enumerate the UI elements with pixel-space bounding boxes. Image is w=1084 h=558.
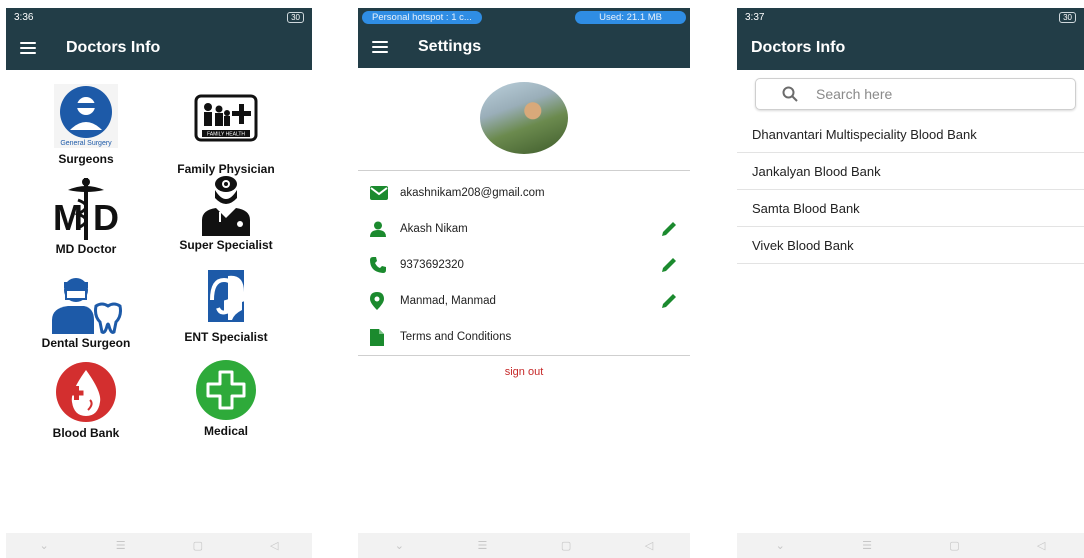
phone-text: 9373692320: [400, 259, 464, 271]
chevron-down-icon[interactable]: ⌄: [776, 539, 785, 552]
general-surgery-icon-text: General Surgery: [60, 140, 112, 147]
hotspot-bar: Personal hotspot : 1 c... Used: 21.1 MB: [358, 8, 690, 26]
name-text: Akash Nikam: [400, 223, 468, 235]
list-item[interactable]: Jankalyan Blood Bank: [737, 153, 1084, 190]
blood-bank-list-screen: 3:37 30 Doctors Info Search here Dhanvan…: [737, 8, 1084, 558]
list-item[interactable]: Samta Blood Bank: [737, 190, 1084, 227]
status-bar: 3:37 30: [737, 8, 1084, 26]
category-ent-specialist[interactable]: ENT Specialist: [161, 270, 291, 344]
edit-location-pencil-icon[interactable]: [660, 292, 678, 310]
doctors-info-screen: 3:36 30 Doctors Info General Surgery Sur…: [6, 8, 312, 558]
category-label: Dental Surgeon: [41, 336, 131, 350]
email-text: akashnikam208@gmail.com: [400, 187, 545, 199]
location-text: Manmad, Manmad: [400, 295, 496, 307]
back-icon[interactable]: ◁: [1037, 539, 1045, 552]
location-row: Manmad, Manmad: [358, 283, 690, 319]
status-bar: 3:36 30: [6, 8, 312, 26]
profile-avatar[interactable]: [480, 82, 568, 154]
category-label: Super Specialist: [179, 238, 273, 252]
category-surgeons[interactable]: General Surgery Surgeons: [21, 84, 151, 166]
page-title: Settings: [418, 38, 482, 55]
list-item[interactable]: Vivek Blood Bank: [737, 227, 1084, 264]
category-super-specialist[interactable]: Super Specialist: [161, 174, 291, 252]
doctor-stethoscope-icon: [202, 176, 250, 236]
phone-icon: [370, 257, 386, 273]
system-nav-bar: ⌄ ☰ ▢ ◁: [358, 533, 690, 558]
category-grid: General Surgery Surgeons FAMILY HEALTH F…: [6, 70, 312, 530]
page-title: Doctors Info: [751, 39, 846, 56]
hamburger-menu-icon[interactable]: [372, 41, 388, 53]
system-nav-bar: ⌄ ☰ ▢ ◁: [737, 533, 1084, 558]
phone-row: 9373692320: [358, 247, 690, 283]
document-icon: [370, 328, 384, 346]
family-health-icon-text: FAMILY HEALTH: [207, 132, 245, 138]
medical-cross-icon: [196, 360, 256, 420]
person-icon: [370, 221, 386, 237]
recents-icon[interactable]: ☰: [116, 539, 126, 552]
category-blood-bank[interactable]: Blood Bank: [21, 360, 151, 440]
edit-name-pencil-icon[interactable]: [660, 220, 678, 238]
data-usage-pill[interactable]: Used: 21.1 MB: [575, 10, 686, 24]
category-md-doctor[interactable]: M D MD Doctor: [21, 178, 151, 256]
list-item[interactable]: Dhanvantari Multispeciality Blood Bank: [737, 116, 1084, 153]
battery-indicator: 30: [1059, 11, 1076, 23]
home-icon[interactable]: ▢: [193, 539, 203, 552]
ent-icon: [208, 270, 248, 322]
category-dental-surgeon[interactable]: Dental Surgeon: [21, 276, 151, 350]
hotspot-pill[interactable]: Personal hotspot : 1 c...: [362, 10, 482, 24]
battery-indicator: 30: [287, 11, 304, 23]
app-bar: Doctors Info: [737, 26, 1084, 70]
search-placeholder: Search here: [816, 86, 893, 102]
page-title: Doctors Info: [66, 39, 161, 56]
status-time: 3:37: [745, 11, 765, 23]
status-time: 3:36: [14, 11, 34, 23]
dentist-icon: [52, 278, 122, 334]
category-label: MD Doctor: [55, 242, 117, 256]
chevron-down-icon[interactable]: ⌄: [395, 539, 404, 552]
edit-phone-pencil-icon[interactable]: [660, 256, 678, 274]
divider: [358, 355, 690, 356]
home-icon[interactable]: ▢: [949, 539, 959, 552]
terms-text: Terms and Conditions: [400, 331, 512, 343]
app-bar: Doctors Info: [6, 26, 312, 70]
name-row: Akash Nikam: [358, 211, 690, 247]
system-nav-bar: ⌄ ☰ ▢ ◁: [6, 533, 312, 558]
email-row: akashnikam208@gmail.com: [358, 175, 690, 211]
blood-drop-icon: [56, 362, 116, 422]
app-bar: Settings: [358, 26, 690, 68]
category-label: ENT Specialist: [184, 330, 268, 344]
family-health-icon: FAMILY HEALTH: [194, 94, 258, 142]
md-caduceus-icon: M D: [53, 178, 119, 240]
back-icon[interactable]: ◁: [645, 539, 653, 552]
settings-screen: Personal hotspot : 1 c... Used: 21.1 MB …: [358, 8, 690, 558]
recents-icon[interactable]: ☰: [862, 539, 872, 552]
category-family-physician[interactable]: FAMILY HEALTH Family Physician: [161, 94, 291, 176]
search-input[interactable]: Search here: [755, 78, 1076, 110]
category-label: Blood Bank: [52, 426, 120, 440]
search-icon: [782, 86, 798, 102]
terms-row[interactable]: Terms and Conditions: [358, 319, 690, 355]
category-label: Surgeons: [58, 152, 114, 166]
sign-out-link[interactable]: sign out: [358, 366, 690, 378]
location-icon: [370, 292, 384, 310]
category-medical[interactable]: Medical: [161, 358, 291, 438]
recents-icon[interactable]: ☰: [477, 539, 487, 552]
blood-bank-list: Dhanvantari Multispeciality Blood Bank J…: [737, 116, 1084, 264]
hamburger-menu-icon[interactable]: [20, 42, 36, 54]
back-icon[interactable]: ◁: [270, 539, 278, 552]
category-label: Medical: [203, 424, 248, 438]
email-icon: [370, 186, 388, 200]
chevron-down-icon[interactable]: ⌄: [40, 539, 49, 552]
home-icon[interactable]: ▢: [561, 539, 571, 552]
general-surgery-icon: General Surgery: [54, 84, 118, 148]
